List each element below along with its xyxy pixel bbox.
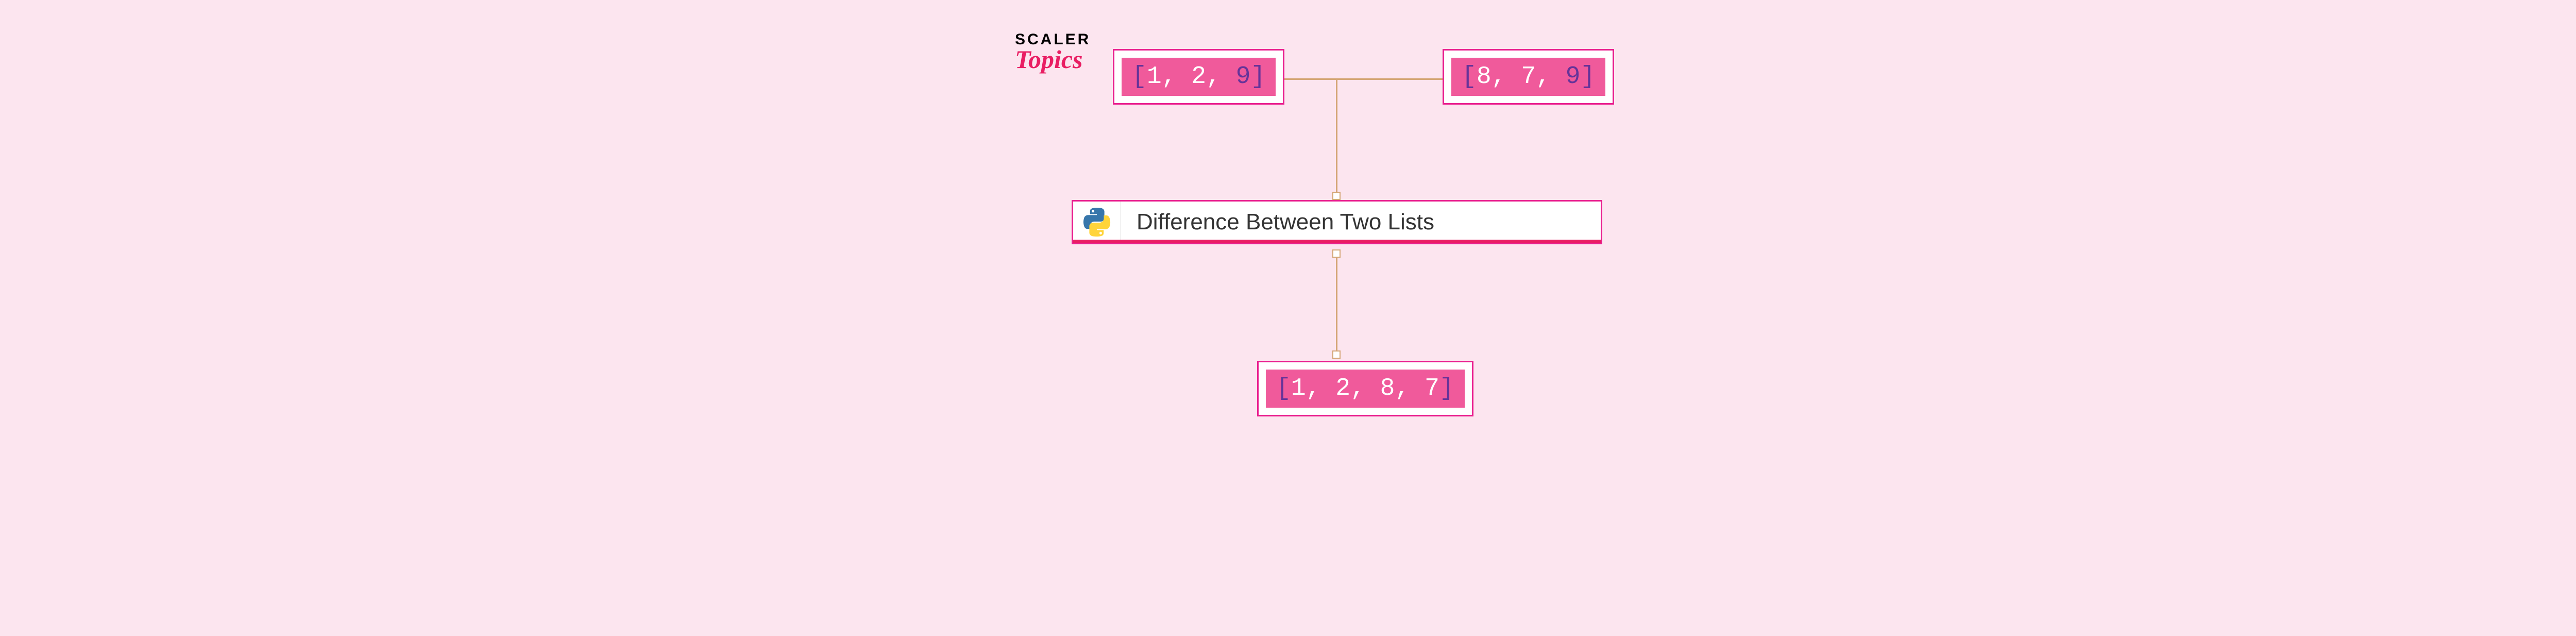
- list-value: 7: [1425, 375, 1439, 403]
- list-value-highlight: 9: [1566, 63, 1581, 91]
- list-content: [8, 7, 9]: [1451, 58, 1605, 96]
- operation-underline: [1073, 240, 1601, 243]
- bracket-open: [: [1276, 375, 1291, 403]
- list-value: 8: [1477, 63, 1492, 91]
- bracket-open: [: [1462, 63, 1477, 91]
- list-value: 8: [1380, 375, 1395, 403]
- list-comma: ,: [1395, 375, 1425, 403]
- operation-box: Difference Between Two Lists: [1072, 200, 1602, 244]
- list-comma: ,: [1492, 63, 1521, 91]
- bracket-close: ]: [1250, 63, 1265, 91]
- bracket-open: [: [1132, 63, 1147, 91]
- connector-node: [1332, 249, 1341, 258]
- operation-label: Difference Between Two Lists: [1121, 202, 1450, 243]
- list-comma: ,: [1536, 63, 1566, 91]
- bracket-close: ]: [1439, 375, 1454, 403]
- list-value: 2: [1335, 375, 1350, 403]
- python-icon: [1082, 208, 1111, 237]
- list-value-highlight: 9: [1236, 63, 1251, 91]
- list-value: 7: [1521, 63, 1536, 91]
- connector-node: [1332, 192, 1341, 200]
- input-list-a: [1, 2, 9]: [1113, 49, 1284, 105]
- list-content: [1, 2, 9]: [1122, 58, 1276, 96]
- list-value: 2: [1191, 63, 1206, 91]
- logo-line-2: Topics: [1015, 44, 1083, 74]
- connector-line: [1336, 258, 1337, 350]
- list-comma: ,: [1206, 63, 1236, 91]
- list-value: 1: [1147, 63, 1162, 91]
- list-content: [1, 2, 8, 7]: [1266, 370, 1465, 408]
- python-icon-cell: [1073, 202, 1121, 243]
- result-list: [1, 2, 8, 7]: [1257, 361, 1473, 416]
- list-comma: ,: [1350, 375, 1380, 403]
- bracket-close: ]: [1580, 63, 1595, 91]
- connector-node: [1332, 350, 1341, 359]
- list-value: 1: [1291, 375, 1306, 403]
- input-list-b: [8, 7, 9]: [1443, 49, 1614, 105]
- list-comma: ,: [1306, 375, 1336, 403]
- list-comma: ,: [1162, 63, 1192, 91]
- connector-line: [1336, 78, 1337, 192]
- scaler-topics-logo: SCALER Topics: [1015, 31, 1091, 74]
